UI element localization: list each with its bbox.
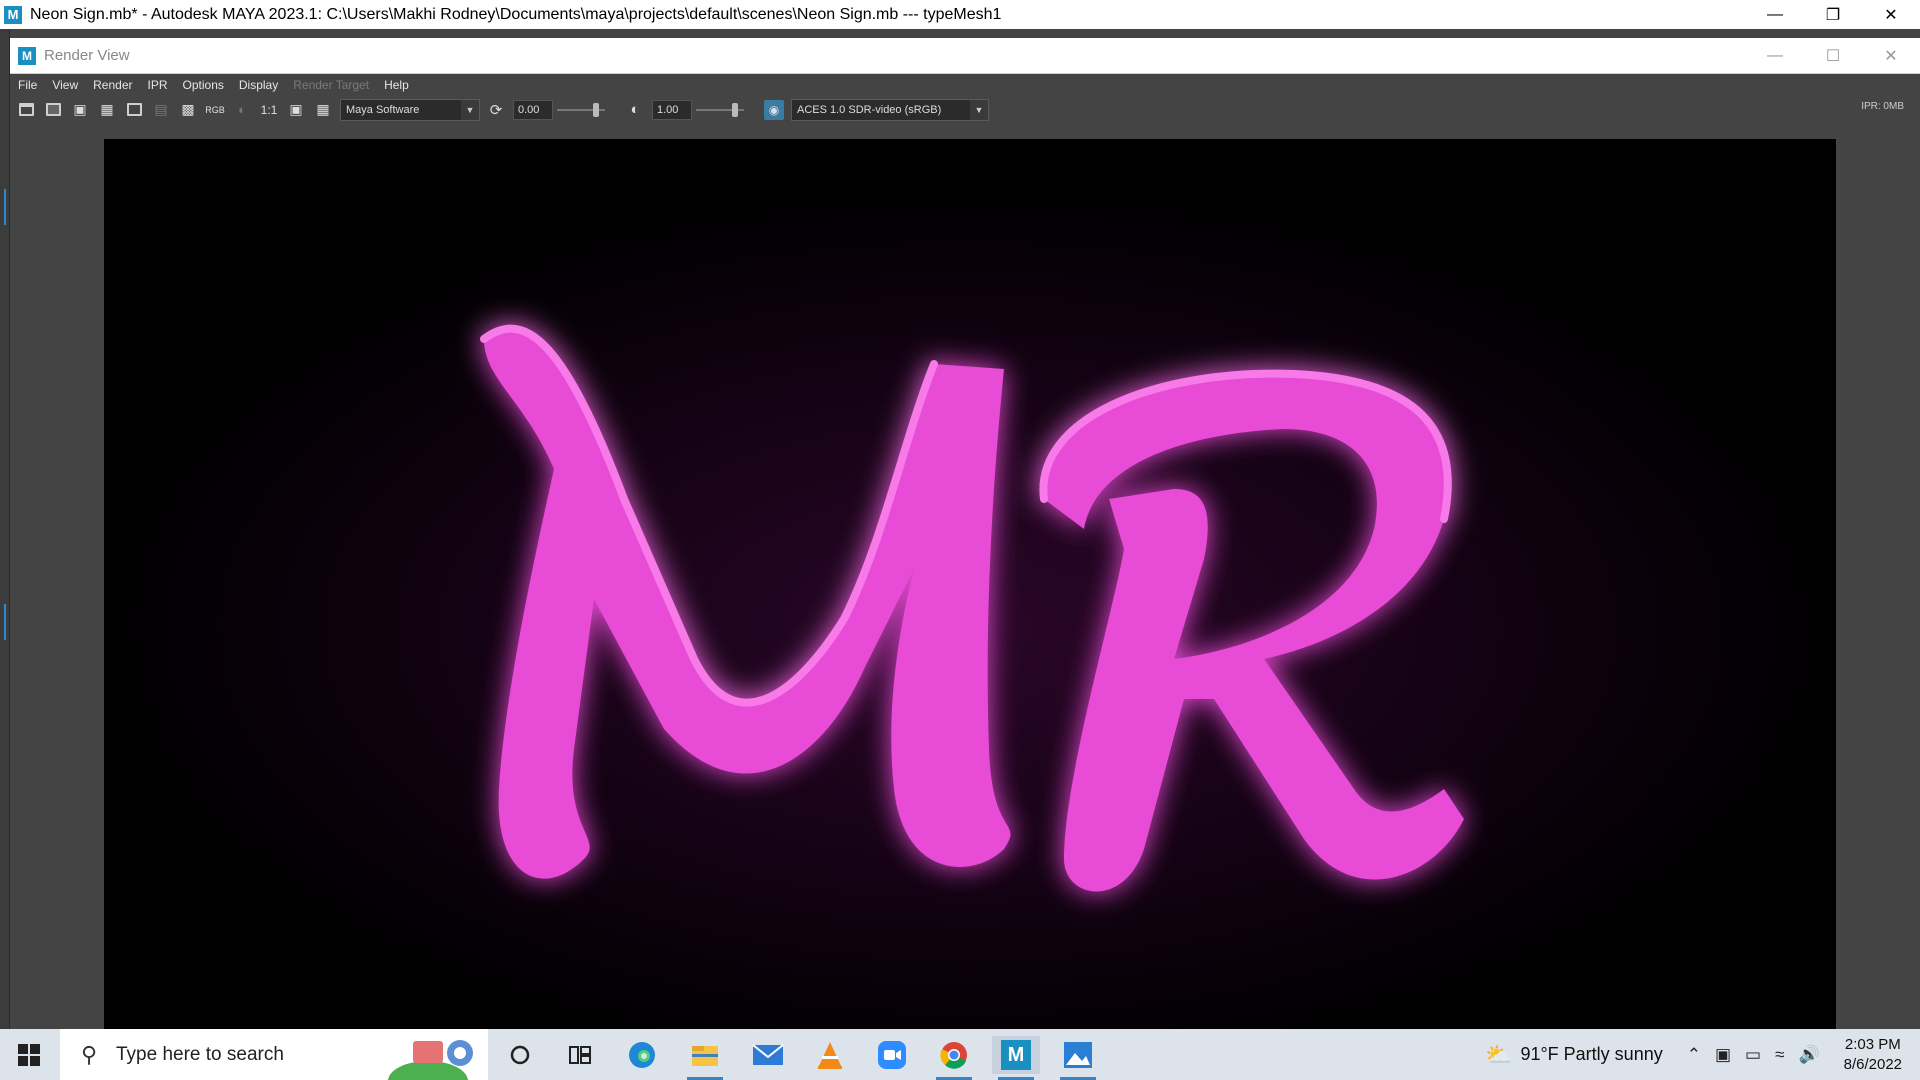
- render-view-maximize-button[interactable]: ☐: [1804, 38, 1862, 74]
- search-highlight-illustration-icon: [388, 1040, 473, 1080]
- taskbar-search-box[interactable]: ⚲ Type here to search: [60, 1029, 488, 1080]
- main-window-title: Neon Sign.mb* - Autodesk MAYA 2023.1: C:…: [30, 5, 1002, 23]
- maya-logo-icon: M: [1001, 1040, 1031, 1070]
- minimize-button[interactable]: —: [1746, 0, 1804, 29]
- exposure-slider[interactable]: [557, 100, 605, 120]
- renderer-value: Maya Software: [346, 103, 420, 116]
- exposure-field[interactable]: 0.00: [513, 99, 553, 120]
- render-view-title-bar: M Render View — ☐ ✕: [10, 38, 1920, 74]
- main-title-bar: M Neon Sign.mb* - Autodesk MAYA 2023.1: …: [0, 0, 1920, 29]
- keep-image-icon[interactable]: ▩: [178, 100, 198, 120]
- view-transform-dropdown[interactable]: ACES 1.0 SDR-video (sRGB) ▼: [791, 98, 989, 121]
- render-view-menu-bar: File View Render IPR Options Display Ren…: [10, 74, 1920, 96]
- partly-sunny-icon: ⛅: [1485, 1041, 1513, 1067]
- render-sequence-icon[interactable]: [124, 100, 144, 120]
- frame-image-icon[interactable]: ▣: [286, 100, 306, 120]
- rgb-channel-icon[interactable]: RGB: [205, 100, 225, 120]
- file-explorer-icon[interactable]: [681, 1036, 729, 1080]
- system-tray: ⛅ 91°F Partly sunny ⌃ ▣ ▭ ≈ 🔊 2:03 PM 8/…: [1485, 1029, 1920, 1080]
- search-placeholder: Type here to search: [116, 1043, 284, 1065]
- photos-icon[interactable]: [1054, 1036, 1102, 1080]
- exposure-slider-handle[interactable]: [593, 102, 599, 117]
- panel-tab-marker: [4, 189, 6, 225]
- redo-render-icon[interactable]: [16, 100, 36, 120]
- maya-taskbar-icon[interactable]: M: [992, 1036, 1040, 1080]
- cortana-icon[interactable]: [496, 1036, 544, 1074]
- render-region-icon[interactable]: [43, 100, 63, 120]
- weather-widget[interactable]: ⛅ 91°F Partly sunny: [1485, 1042, 1663, 1068]
- taskbar-clock[interactable]: 2:03 PM 8/6/2022: [1844, 1035, 1902, 1075]
- render-canvas[interactable]: [104, 139, 1836, 1029]
- left-edge-panel: [0, 29, 10, 1029]
- chrome-icon[interactable]: [930, 1036, 978, 1080]
- mail-icon[interactable]: [744, 1036, 792, 1074]
- menu-options[interactable]: Options: [183, 78, 224, 92]
- snapshot-camera-icon[interactable]: ▣: [70, 100, 90, 120]
- search-icon: ⚲: [80, 1041, 98, 1067]
- edge-browser-icon[interactable]: [618, 1036, 666, 1074]
- panel-tab-marker: [4, 604, 6, 640]
- gamma-field[interactable]: 1.00: [652, 99, 692, 120]
- menu-view[interactable]: View: [52, 78, 78, 92]
- menu-ipr[interactable]: IPR: [148, 78, 168, 92]
- view-transform-value: ACES 1.0 SDR-video (sRGB): [797, 103, 942, 116]
- zoom-icon[interactable]: [868, 1036, 916, 1074]
- color-management-icon[interactable]: ◉: [764, 99, 784, 120]
- gamma-slider-handle[interactable]: [732, 102, 738, 117]
- battery-icon[interactable]: ▭: [1745, 1045, 1761, 1065]
- alpha-channel-icon: ◐: [238, 102, 246, 117]
- menu-render-target: Render Target: [293, 78, 370, 92]
- menu-help[interactable]: Help: [384, 78, 409, 92]
- render-view-title: Render View: [44, 47, 130, 64]
- menu-render[interactable]: Render: [93, 78, 132, 92]
- gamma-reset-icon[interactable]: ◐: [625, 100, 645, 120]
- clock-time: 2:03 PM: [1844, 1035, 1901, 1053]
- exposure-reset-icon[interactable]: ⟳: [486, 100, 506, 120]
- task-view-icon[interactable]: [556, 1036, 604, 1074]
- render-view-toolbar: ▣ ▦ ▤ ▩ RGB ◐ 1:1 ▣ ▦ Maya Software ▼ ⟳ …: [10, 96, 1920, 123]
- ipr-memory-readout: IPR: 0MB: [1861, 101, 1904, 112]
- frame-region-icon[interactable]: ▦: [313, 100, 333, 120]
- menu-file[interactable]: File: [18, 78, 37, 92]
- maya-app-icon: M: [18, 46, 36, 65]
- weather-text: 91°F Partly sunny: [1520, 1044, 1663, 1064]
- chevron-down-icon: ▼: [461, 99, 479, 120]
- maya-app-icon: M: [4, 5, 22, 24]
- chevron-up-icon[interactable]: ⌃: [1687, 1045, 1701, 1065]
- render-view-close-button[interactable]: ✕: [1862, 38, 1920, 74]
- gamma-slider[interactable]: [696, 100, 744, 120]
- refresh-ipr-icon: ▤: [154, 101, 168, 117]
- vlc-player-icon[interactable]: [806, 1036, 854, 1074]
- menu-display[interactable]: Display: [239, 78, 278, 92]
- windows-taskbar: ⚲ Type here to search M ⛅ 91°F Partly su…: [0, 1029, 1920, 1080]
- wifi-icon[interactable]: ≈: [1775, 1045, 1784, 1065]
- clock-date: 8/6/2022: [1843, 1055, 1902, 1073]
- close-button[interactable]: ✕: [1862, 0, 1920, 29]
- render-view-window: M Render View — ☐ ✕ File View Render IPR…: [10, 38, 1920, 1029]
- start-button[interactable]: [0, 1029, 58, 1080]
- renderer-dropdown[interactable]: Maya Software ▼: [340, 98, 480, 121]
- render-view-minimize-button[interactable]: —: [1746, 38, 1804, 74]
- ipr-render-icon[interactable]: ▦: [97, 100, 117, 120]
- network-adapter-icon[interactable]: ▣: [1715, 1045, 1731, 1065]
- windows-logo-icon: [18, 1043, 40, 1066]
- real-size-icon[interactable]: 1:1: [259, 100, 279, 120]
- chevron-down-icon: ▼: [970, 99, 988, 120]
- restore-button[interactable]: ❐: [1804, 0, 1862, 29]
- rendered-neon-sign-image: [104, 139, 1836, 1029]
- volume-icon[interactable]: 🔊: [1798, 1045, 1819, 1065]
